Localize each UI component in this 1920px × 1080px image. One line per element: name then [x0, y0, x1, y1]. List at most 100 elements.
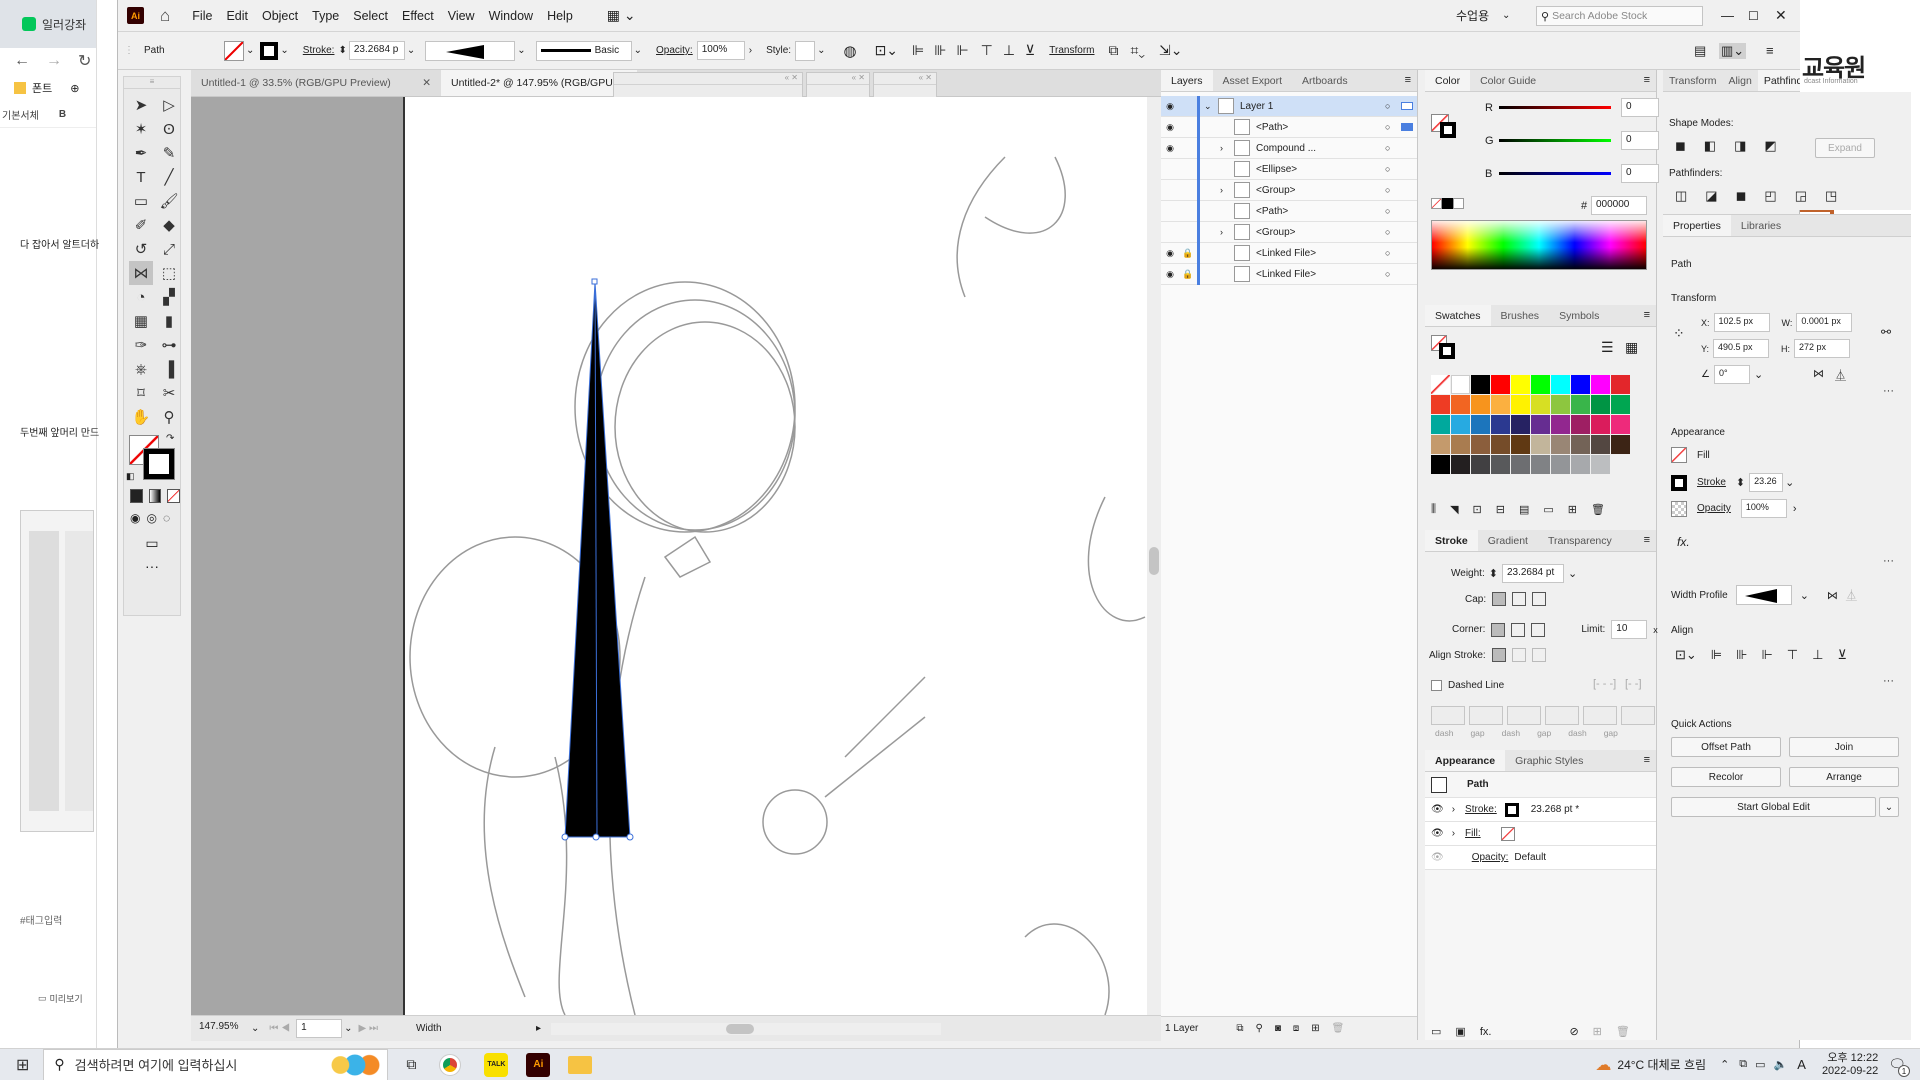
chevron-right-icon[interactable]: ›: [1793, 503, 1797, 515]
bold-button[interactable]: B: [59, 109, 66, 120]
more-options-icon[interactable]: ···: [1883, 675, 1894, 687]
width-profile-dropdown[interactable]: [1735, 585, 1792, 605]
b-input[interactable]: 0: [1621, 164, 1659, 183]
align-bottom-icon[interactable]: ⊻: [1837, 647, 1847, 663]
tab-transparency[interactable]: Transparency: [1538, 530, 1622, 551]
opacity-input[interactable]: 100%: [1740, 499, 1787, 518]
layer-name[interactable]: <Path>: [1256, 206, 1385, 217]
chevron-down-icon[interactable]: ⌄: [251, 1023, 259, 1034]
align-to-icon[interactable]: ⊡⌄: [875, 42, 898, 59]
new-swatch-icon[interactable]: ⊞: [1568, 503, 1577, 516]
lock-icon[interactable]: 🔒: [1179, 269, 1197, 280]
color-swatch[interactable]: [1511, 435, 1530, 454]
target-circle-icon[interactable]: ○: [1385, 122, 1401, 132]
rotate-tool-icon[interactable]: ↺: [129, 237, 153, 261]
stock-search[interactable]: ⚲ Search Adobe Stock: [1536, 6, 1703, 26]
target-circle-icon[interactable]: ○: [1385, 269, 1401, 279]
clipping-mask-icon[interactable]: ◙: [1275, 1023, 1281, 1034]
expand-chevron-icon[interactable]: ⌄: [1204, 101, 1218, 112]
taskbar-search[interactable]: ⚲ 검색하려면 여기에 입력하십시: [43, 1048, 389, 1080]
eye-icon[interactable]: 👁: [1431, 828, 1444, 839]
doc-tab-untitled-2[interactable]: Untitled-2* @ 147.95% (RGB/GPU: [441, 70, 637, 96]
artboard-nav-next-icon[interactable]: ▶ ⏭: [358, 1023, 377, 1034]
properties-toggle-icon[interactable]: ▥⌄: [1719, 42, 1747, 59]
perspective-grid-icon[interactable]: ▞: [157, 285, 181, 309]
draw-normal-icon[interactable]: ◉: [130, 511, 140, 525]
slice-tool-icon[interactable]: ✂: [157, 381, 181, 405]
windows-start-icon[interactable]: ⊞: [16, 1055, 29, 1075]
shape-builder-icon[interactable]: ◔: [129, 285, 153, 309]
color-swatch[interactable]: [1471, 435, 1490, 454]
visibility-eye-icon[interactable]: ◉: [1161, 248, 1179, 259]
color-swatch[interactable]: [1571, 375, 1590, 394]
tab-graphic-styles[interactable]: Graphic Styles: [1505, 750, 1593, 771]
chevron-down-icon[interactable]: ⌄: [817, 45, 825, 56]
color-swatch[interactable]: [1611, 415, 1630, 434]
grid-view-icon[interactable]: ▦: [1625, 339, 1638, 356]
panel-menu-icon[interactable]: ≡: [1399, 70, 1417, 91]
menu-edit[interactable]: Edit: [226, 9, 248, 23]
envelope-icon[interactable]: ⌗⌄: [1131, 42, 1146, 59]
delete-icon[interactable]: 🗑: [1616, 1025, 1630, 1038]
tab-appearance[interactable]: Appearance: [1425, 750, 1506, 771]
selection-indicator[interactable]: [1401, 165, 1413, 173]
layer-row[interactable]: ◉ › Compound ... ○: [1161, 137, 1417, 159]
illustrator-taskbar-icon[interactable]: Ai: [526, 1052, 551, 1077]
unite-icon[interactable]: ◼: [1675, 138, 1686, 154]
align-center-icon[interactable]: ⊪: [934, 42, 946, 59]
selection-indicator[interactable]: [1401, 144, 1413, 152]
target-circle-icon[interactable]: ○: [1385, 101, 1401, 111]
opacity-attr-value[interactable]: Default: [1514, 852, 1546, 863]
none-swatch[interactable]: [1431, 375, 1450, 394]
monitor-icon[interactable]: ▭: [1755, 1058, 1765, 1071]
stroke-proxy[interactable]: [1440, 122, 1456, 138]
color-swatch[interactable]: [1591, 395, 1610, 414]
stroke-stepper[interactable]: ⬍: [1736, 476, 1745, 489]
delete-icon[interactable]: 🗑: [1591, 503, 1605, 516]
color-swatch[interactable]: [1511, 375, 1530, 394]
selection-tool-icon[interactable]: ➤: [129, 93, 153, 117]
show-kinds-icon[interactable]: ◥: [1450, 503, 1458, 516]
tab-align[interactable]: Align: [1722, 70, 1757, 91]
chevron-down-icon[interactable]: ⌄: [1754, 368, 1763, 381]
color-swatch[interactable]: [1511, 455, 1530, 474]
blend-tool-icon[interactable]: ⊶: [157, 333, 181, 357]
doc-tab-untitled-1[interactable]: Untitled-1 @ 33.5% (RGB/GPU Preview) ✕: [191, 70, 441, 96]
align-top-icon[interactable]: ⊤: [981, 42, 993, 59]
start-global-edit-button[interactable]: Start Global Edit: [1671, 797, 1876, 817]
transform-link[interactable]: Transform: [1049, 45, 1094, 56]
target-circle-icon[interactable]: ○: [1385, 143, 1401, 153]
screen-mode-icon[interactable]: ▭: [124, 535, 180, 552]
scroll-thumb[interactable]: [1149, 547, 1159, 575]
home-icon[interactable]: ⌂: [160, 6, 170, 26]
flip-along-icon[interactable]: ⋈: [1827, 589, 1838, 602]
stroke-weight-input[interactable]: 23.2684 p: [348, 41, 405, 60]
color-swatch[interactable]: [1451, 455, 1470, 474]
locate-object-icon[interactable]: ⚲: [1256, 1023, 1263, 1034]
gradient-mode-icon[interactable]: [148, 489, 162, 503]
tray-chevron-icon[interactable]: ⌃: [1720, 1058, 1729, 1071]
layer-row[interactable]: ◉ <Path> ○: [1161, 116, 1417, 138]
lasso-icon[interactable]: ʘ: [157, 117, 181, 141]
target-circle-icon[interactable]: ○: [1385, 164, 1401, 174]
color-swatch[interactable]: [1531, 375, 1550, 394]
offset-path-button[interactable]: Offset Path: [1671, 737, 1781, 757]
weather-text[interactable]: 24°C 대체로 흐림: [1617, 1056, 1706, 1073]
g-slider[interactable]: [1499, 139, 1611, 142]
curvature-tool-icon[interactable]: ✎: [157, 141, 181, 165]
chevron-right-icon[interactable]: ▸: [536, 1023, 541, 1034]
zoom-tool-icon[interactable]: ⚲: [157, 405, 181, 429]
rectangle-tool-icon[interactable]: ▭: [129, 189, 153, 213]
recolor-button[interactable]: Recolor: [1671, 767, 1781, 787]
gap-1[interactable]: [1469, 706, 1503, 725]
hex-input[interactable]: 000000: [1591, 196, 1647, 215]
align-vcenter-icon[interactable]: ⊥: [1812, 647, 1823, 663]
target-circle-icon[interactable]: ○: [1385, 185, 1401, 195]
y-input[interactable]: 490.5 px: [1713, 339, 1770, 358]
color-swatch[interactable]: [1431, 415, 1450, 434]
direct-selection-tool-icon[interactable]: ▷: [157, 93, 181, 117]
weight-input[interactable]: 23.2684 pt: [1501, 564, 1564, 583]
variable-width-profile[interactable]: [425, 40, 516, 61]
layer-name[interactable]: <Linked File>: [1256, 269, 1385, 280]
task-view-icon[interactable]: ⧉: [406, 1056, 416, 1073]
